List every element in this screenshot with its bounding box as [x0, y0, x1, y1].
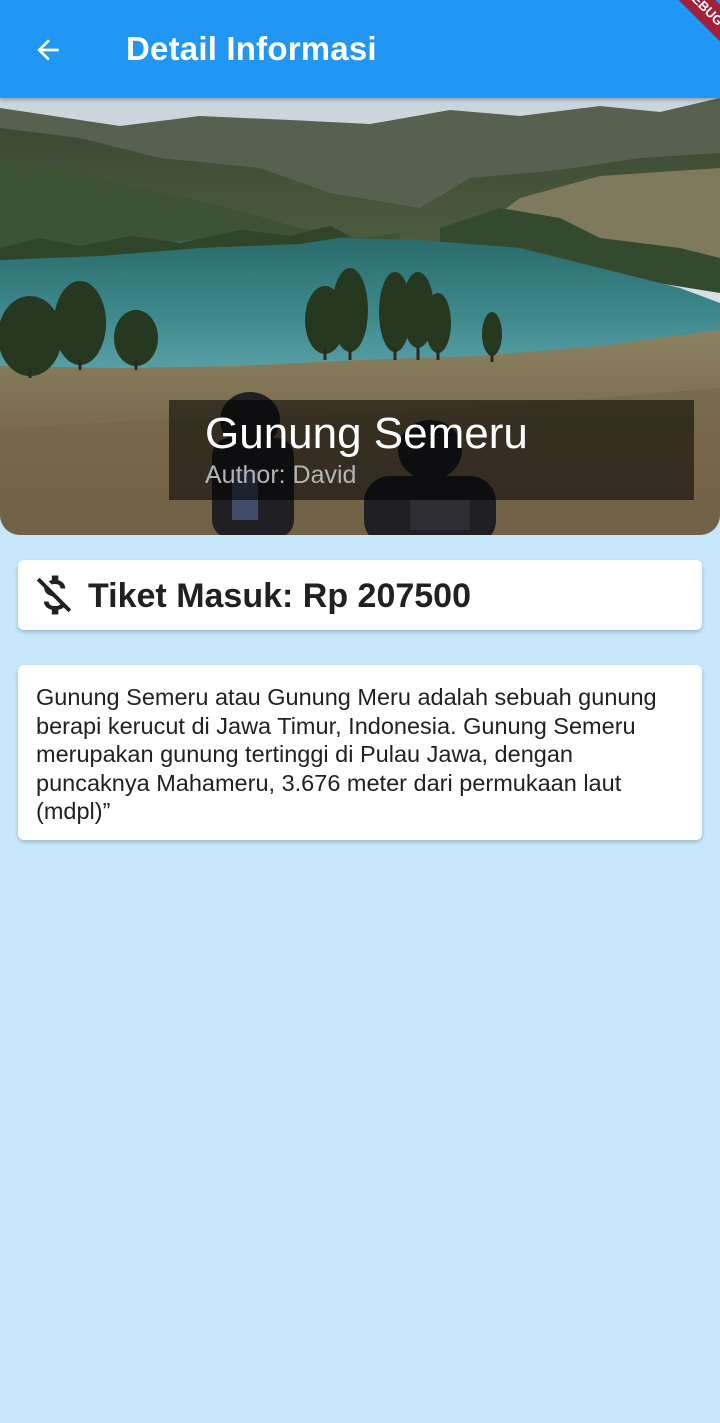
description-card: Gunung Semeru atau Gunung Meru adalah se… [18, 665, 702, 840]
hero-caption: Gunung Semeru Author: David [169, 400, 694, 500]
back-button[interactable] [22, 25, 74, 75]
page-title: Detail Informasi [126, 30, 377, 67]
place-title: Gunung Semeru [205, 409, 528, 458]
ticket-card: Tiket Masuk: Rp 207500 [18, 560, 702, 630]
hero-image: Gunung Semeru Author: David [0, 98, 720, 535]
debug-banner: DEBUG [652, 0, 720, 59]
ticket-price: Tiket Masuk: Rp 207500 [88, 577, 471, 615]
author-label: Author: David [205, 461, 357, 489]
description-text: Gunung Semeru atau Gunung Meru adalah se… [36, 684, 657, 824]
arrow-back-icon [37, 39, 59, 61]
money-off-icon [36, 575, 72, 615]
app-bar: Detail Informasi DEBUG [0, 0, 720, 98]
